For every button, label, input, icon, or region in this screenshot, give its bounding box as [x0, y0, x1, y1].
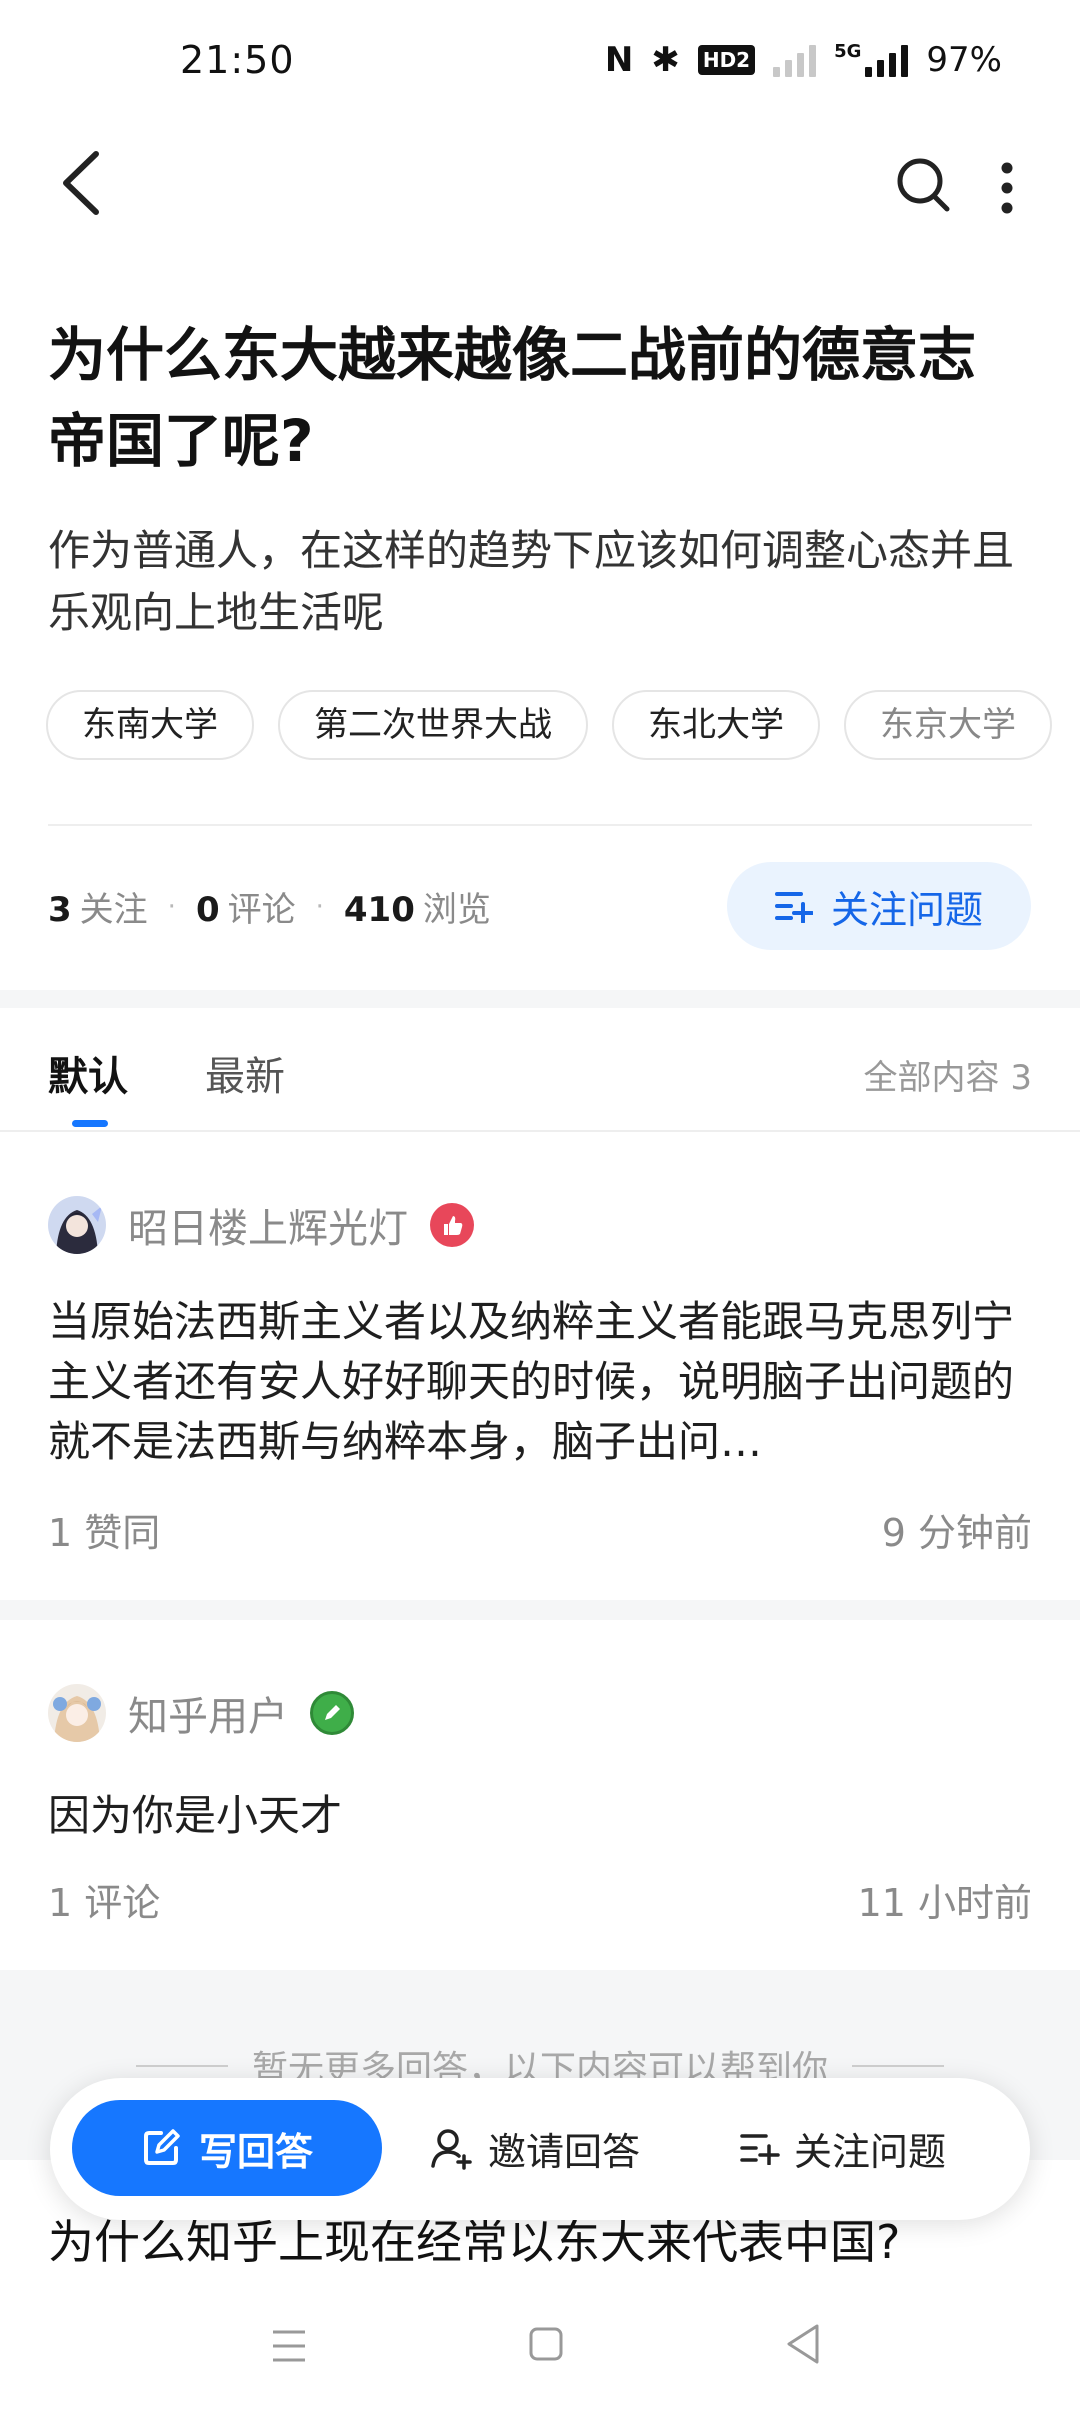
hint-line — [135, 2065, 228, 2067]
answer-author-row[interactable]: 昭日楼上辉光灯 — [48, 1196, 474, 1254]
write-answer-button[interactable]: 写回答 — [72, 2100, 382, 2196]
answer-comments: 1 评论 — [48, 1881, 161, 1925]
tag-southeast-university[interactable]: 东南大学 — [46, 690, 254, 760]
edit-icon — [143, 2129, 180, 2165]
question-stats: 3 关注 · 0 评论 · 410 浏览 — [48, 882, 491, 931]
invite-answer-label: 邀请回答 — [488, 2129, 641, 2174]
write-answer-label: 写回答 — [198, 2129, 313, 2174]
thumbs-up-badge-icon — [430, 1203, 474, 1247]
views-stat: 410 浏览 — [343, 890, 491, 930]
answer-time: 11 小时前 — [857, 1881, 1032, 1925]
status-time: 21:50 — [180, 38, 295, 82]
bluetooth-icon: ✱ — [651, 40, 680, 80]
avatar[interactable] — [48, 1196, 106, 1254]
battery-text: 97% — [926, 40, 1002, 80]
tag-northeastern-university[interactable]: 东北大学 — [612, 690, 820, 760]
section-gap — [0, 1600, 1080, 1620]
follow-list-icon — [774, 892, 813, 923]
separator: · — [315, 891, 324, 922]
answer-author-row[interactable]: 知乎用户 — [48, 1684, 354, 1742]
follow-question-button[interactable]: 关注问题 — [727, 862, 1031, 950]
question-title[interactable]: 为什么东大越来越像二战前的德意志帝国了呢? — [48, 312, 1028, 484]
pen-badge-icon — [310, 1691, 354, 1735]
answer-upvotes: 1 赞同 — [48, 1511, 161, 1555]
all-content-count: 全部内容 3 — [863, 1058, 1032, 1098]
answer-excerpt[interactable]: 当原始法西斯主义者以及纳粹主义者能跟马克思列宁主义者还有安人好好聊天的时候，说明… — [48, 1292, 1032, 1472]
question-detail[interactable]: 作为普通人，在这样的趋势下应该如何调整心态并且乐观向上地生活呢 — [48, 520, 1028, 644]
follow-question-label: 关注问题 — [830, 887, 983, 932]
hd-icon: HD2 — [697, 45, 756, 75]
tag-tokyo-university[interactable]: 东京大学 — [844, 690, 1052, 760]
invite-user-icon — [431, 2129, 472, 2170]
back-nav-icon[interactable] — [785, 2322, 821, 2366]
author-name[interactable]: 知乎用户 — [128, 1684, 288, 1742]
nfc-icon: N — [604, 40, 634, 80]
topic-tags: 东南大学 第二次世界大战 东北大学 东京大学 — [46, 690, 1080, 762]
signal-5g-icon: 5G — [834, 43, 909, 77]
tag-world-war-two[interactable]: 第二次世界大战 — [278, 690, 588, 760]
back-arrow-icon[interactable] — [56, 148, 116, 218]
answer-excerpt[interactable]: 因为你是小天才 — [48, 1786, 1032, 1846]
followers-stat[interactable]: 3 关注 — [48, 882, 148, 931]
separator: · — [167, 891, 176, 922]
tab-active-indicator — [72, 1120, 108, 1127]
answer-time: 9 分钟前 — [881, 1511, 1032, 1555]
section-gap — [0, 990, 1080, 1008]
hint-line — [852, 2065, 944, 2067]
tab-default[interactable]: 默认 — [48, 1044, 128, 1102]
signal-sim1-icon — [773, 43, 817, 77]
avatar[interactable] — [48, 1684, 106, 1742]
follow-question-bottom-button[interactable]: 关注问题 — [740, 2100, 946, 2196]
comments-stat[interactable]: 0 评论 — [196, 882, 296, 931]
more-options-icon[interactable] — [995, 158, 1019, 218]
follow-list-icon — [740, 2134, 780, 2165]
home-icon[interactable] — [528, 2326, 564, 2362]
tab-latest[interactable]: 最新 — [205, 1044, 285, 1102]
search-icon[interactable] — [895, 155, 953, 215]
divider — [48, 824, 1032, 826]
author-name[interactable]: 昭日楼上辉光灯 — [128, 1196, 408, 1254]
invite-answer-button[interactable]: 邀请回答 — [430, 2100, 640, 2196]
status-icons: N ✱ HD2 5G 97% — [605, 40, 1002, 80]
follow-question-bottom-label: 关注问题 — [794, 2129, 947, 2174]
recent-apps-icon[interactable] — [270, 2326, 308, 2366]
divider — [0, 1130, 1080, 1132]
